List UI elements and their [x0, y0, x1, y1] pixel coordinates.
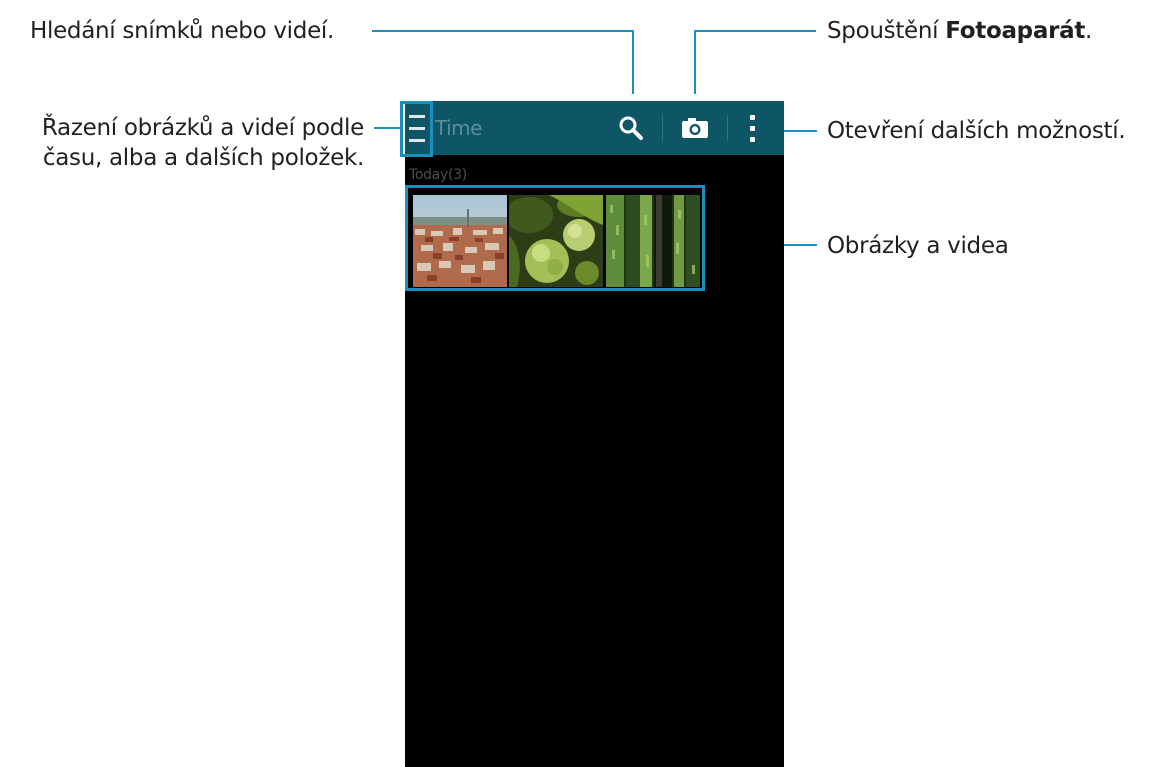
leader-search-v — [632, 30, 634, 94]
callout-camera: Spouštění Fotoaparát. — [827, 16, 1092, 46]
highlight-media — [405, 185, 705, 291]
section-header: Today(3) — [409, 167, 467, 183]
search-icon[interactable] — [618, 115, 644, 141]
view-title[interactable]: Time — [435, 116, 482, 140]
actionbar-divider — [662, 115, 663, 141]
camera-icon[interactable] — [681, 117, 709, 139]
leader-sort — [374, 127, 400, 129]
callout-search: Hledání snímků nebo videí. — [30, 18, 335, 44]
action-bar: Time — [405, 101, 784, 155]
more-vertical-icon[interactable] — [747, 114, 757, 144]
callout-camera-suffix: . — [1085, 18, 1093, 44]
callout-sort: Řazení obrázků a videí podle času, alba … — [8, 113, 364, 173]
callout-camera-prefix: Spouštění — [827, 18, 946, 44]
leader-search-h — [372, 30, 634, 32]
callout-sort-line2: času, alba a dalších položek. — [42, 145, 364, 171]
highlight-menu — [400, 101, 433, 157]
callout-sort-line1: Řazení obrázků a videí podle — [41, 115, 364, 141]
leader-camera-v — [694, 30, 696, 94]
callout-camera-bold: Fotoaparát — [945, 18, 1086, 44]
actionbar-divider — [727, 115, 728, 141]
leader-camera-h — [694, 30, 816, 32]
callout-media: Obrázky a videa — [827, 233, 1009, 259]
callout-more: Otevření dalších možností. — [827, 118, 1126, 144]
